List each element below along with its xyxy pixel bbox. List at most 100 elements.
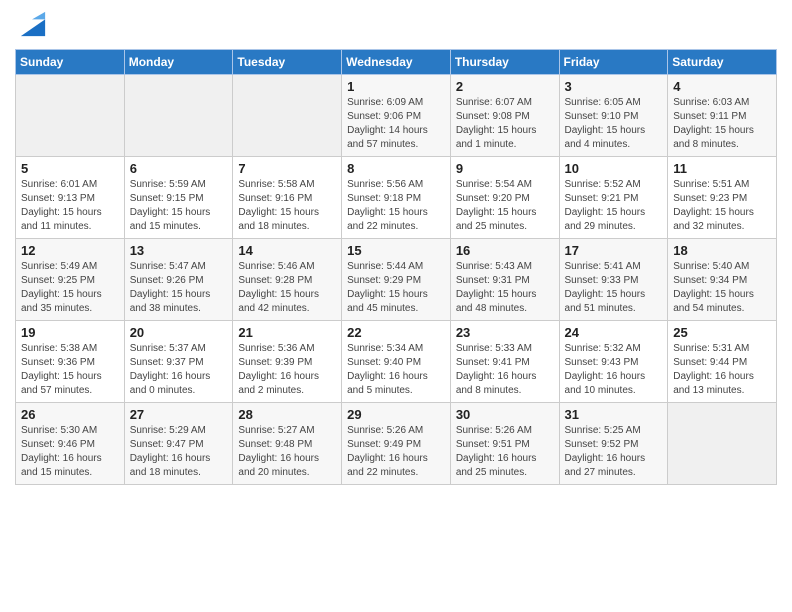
calendar-cell: 2 Sunrise: 6:07 AM Sunset: 9:08 PM Daylig… [450,74,559,156]
day-info: Sunrise: 5:25 AM Sunset: 9:52 PM Dayligh… [565,424,663,480]
day-number: 25 [673,325,771,340]
day-header-sunday: Sunday [16,49,125,74]
day-number: 10 [565,161,663,176]
calendar-cell: 14Sunrise: 5:46 AM Sunset: 9:28 PM Dayli… [233,238,342,320]
calendar-cell: 11 Sunrise: 5:51 AM Sunset: 9:23 PM Dayli… [668,156,777,238]
day-number: 20 [130,325,228,340]
day-number: 15 [347,243,445,258]
calendar-cell: 3Sunrise: 6:05 AM Sunset: 9:10 PM Daylig… [559,74,668,156]
day-number: 2 [456,79,554,94]
day-info: Sunrise: 6:07 AM Sunset: 9:08 PM Dayligh… [456,96,554,152]
day-info: Sunrise: 5:38 AM Sunset: 9:36 PM Dayligh… [21,342,119,398]
day-info: Sunrise: 5:41 AM Sunset: 9:33 PM Dayligh… [565,260,663,316]
calendar-cell [233,74,342,156]
calendar-cell: 31 Sunrise: 5:25 AM Sunset: 9:52 PM Dayli… [559,402,668,484]
day-header-monday: Monday [124,49,233,74]
calendar-cell: 8Sunrise: 5:56 AM Sunset: 9:18 PM Daylig… [342,156,451,238]
day-info: Sunrise: 6:09 AM Sunset: 9:06 PM Dayligh… [347,96,445,152]
day-number: 9 [456,161,554,176]
day-info: Sunrise: 5:34 AM Sunset: 9:40 PM Dayligh… [347,342,445,398]
day-number: 22 [347,325,445,340]
day-info: Sunrise: 5:51 AM Sunset: 9:23 PM Dayligh… [673,178,771,234]
calendar-cell: 1Sunrise: 6:09 AM Sunset: 9:06 PM Daylig… [342,74,451,156]
day-info: Sunrise: 5:59 AM Sunset: 9:15 PM Dayligh… [130,178,228,234]
calendar-cell: 15 Sunrise: 5:44 AM Sunset: 9:29 PM Dayli… [342,238,451,320]
calendar-week-row: 1Sunrise: 6:09 AM Sunset: 9:06 PM Daylig… [16,74,777,156]
day-info: Sunrise: 5:46 AM Sunset: 9:28 PM Dayligh… [238,260,336,316]
logo [15,10,47,43]
calendar-cell: 21 Sunrise: 5:36 AM Sunset: 9:39 PM Dayli… [233,320,342,402]
day-number: 27 [130,407,228,422]
calendar-cell: 26 Sunrise: 5:30 AM Sunset: 9:46 PM Dayli… [16,402,125,484]
calendar-cell [16,74,125,156]
day-number: 24 [565,325,663,340]
day-header-saturday: Saturday [668,49,777,74]
calendar-cell: 17 Sunrise: 5:41 AM Sunset: 9:33 PM Dayli… [559,238,668,320]
day-info: Sunrise: 5:58 AM Sunset: 9:16 PM Dayligh… [238,178,336,234]
calendar-cell: 27 Sunrise: 5:29 AM Sunset: 9:47 PM Dayli… [124,402,233,484]
day-number: 28 [238,407,336,422]
day-info: Sunrise: 5:27 AM Sunset: 9:48 PM Dayligh… [238,424,336,480]
day-info: Sunrise: 5:33 AM Sunset: 9:41 PM Dayligh… [456,342,554,398]
day-number: 5 [21,161,119,176]
day-number: 16 [456,243,554,258]
day-info: Sunrise: 5:37 AM Sunset: 9:37 PM Dayligh… [130,342,228,398]
calendar-header-row: SundayMondayTuesdayWednesdayThursdayFrid… [16,49,777,74]
calendar-cell [124,74,233,156]
day-info: Sunrise: 6:01 AM Sunset: 9:13 PM Dayligh… [21,178,119,234]
calendar-cell [668,402,777,484]
calendar-week-row: 12Sunrise: 5:49 AM Sunset: 9:25 PM Dayli… [16,238,777,320]
day-info: Sunrise: 5:26 AM Sunset: 9:49 PM Dayligh… [347,424,445,480]
calendar-cell: 13Sunrise: 5:47 AM Sunset: 9:26 PM Dayli… [124,238,233,320]
calendar-week-row: 26 Sunrise: 5:30 AM Sunset: 9:46 PM Dayli… [16,402,777,484]
calendar-cell: 20 Sunrise: 5:37 AM Sunset: 9:37 PM Dayli… [124,320,233,402]
calendar-cell: 25 Sunrise: 5:31 AM Sunset: 9:44 PM Dayli… [668,320,777,402]
calendar-cell: 22 Sunrise: 5:34 AM Sunset: 9:40 PM Dayli… [342,320,451,402]
day-number: 26 [21,407,119,422]
calendar-cell: 24Sunrise: 5:32 AM Sunset: 9:43 PM Dayli… [559,320,668,402]
day-info: Sunrise: 5:47 AM Sunset: 9:26 PM Dayligh… [130,260,228,316]
calendar-cell: 19 Sunrise: 5:38 AM Sunset: 9:36 PM Dayli… [16,320,125,402]
day-number: 31 [565,407,663,422]
calendar-week-row: 19 Sunrise: 5:38 AM Sunset: 9:36 PM Dayli… [16,320,777,402]
logo-icon [19,10,47,38]
day-number: 21 [238,325,336,340]
day-number: 11 [673,161,771,176]
calendar-cell: 16 Sunrise: 5:43 AM Sunset: 9:31 PM Dayli… [450,238,559,320]
day-info: Sunrise: 5:36 AM Sunset: 9:39 PM Dayligh… [238,342,336,398]
day-header-friday: Friday [559,49,668,74]
calendar-cell: 23 Sunrise: 5:33 AM Sunset: 9:41 PM Dayli… [450,320,559,402]
calendar-cell: 28 Sunrise: 5:27 AM Sunset: 9:48 PM Dayli… [233,402,342,484]
day-number: 3 [565,79,663,94]
day-number: 4 [673,79,771,94]
day-info: Sunrise: 5:44 AM Sunset: 9:29 PM Dayligh… [347,260,445,316]
day-info: Sunrise: 5:31 AM Sunset: 9:44 PM Dayligh… [673,342,771,398]
day-info: Sunrise: 5:40 AM Sunset: 9:34 PM Dayligh… [673,260,771,316]
day-number: 18 [673,243,771,258]
header [15,10,777,43]
day-info: Sunrise: 5:49 AM Sunset: 9:25 PM Dayligh… [21,260,119,316]
calendar-cell: 30 Sunrise: 5:26 AM Sunset: 9:51 PM Dayli… [450,402,559,484]
day-number: 19 [21,325,119,340]
day-number: 17 [565,243,663,258]
page: SundayMondayTuesdayWednesdayThursdayFrid… [0,0,792,495]
calendar-cell: 6 Sunrise: 5:59 AM Sunset: 9:15 PM Daylig… [124,156,233,238]
day-header-thursday: Thursday [450,49,559,74]
day-info: Sunrise: 5:29 AM Sunset: 9:47 PM Dayligh… [130,424,228,480]
day-header-tuesday: Tuesday [233,49,342,74]
day-number: 23 [456,325,554,340]
calendar-cell: 7 Sunrise: 5:58 AM Sunset: 9:16 PM Daylig… [233,156,342,238]
day-info: Sunrise: 5:43 AM Sunset: 9:31 PM Dayligh… [456,260,554,316]
day-info: Sunrise: 5:54 AM Sunset: 9:20 PM Dayligh… [456,178,554,234]
day-info: Sunrise: 5:26 AM Sunset: 9:51 PM Dayligh… [456,424,554,480]
day-info: Sunrise: 5:30 AM Sunset: 9:46 PM Dayligh… [21,424,119,480]
day-number: 30 [456,407,554,422]
calendar-cell: 12Sunrise: 5:49 AM Sunset: 9:25 PM Dayli… [16,238,125,320]
calendar-cell: 18 Sunrise: 5:40 AM Sunset: 9:34 PM Dayli… [668,238,777,320]
day-number: 6 [130,161,228,176]
day-info: Sunrise: 6:03 AM Sunset: 9:11 PM Dayligh… [673,96,771,152]
day-info: Sunrise: 5:52 AM Sunset: 9:21 PM Dayligh… [565,178,663,234]
calendar-cell: 4 Sunrise: 6:03 AM Sunset: 9:11 PM Daylig… [668,74,777,156]
day-info: Sunrise: 5:56 AM Sunset: 9:18 PM Dayligh… [347,178,445,234]
day-number: 7 [238,161,336,176]
